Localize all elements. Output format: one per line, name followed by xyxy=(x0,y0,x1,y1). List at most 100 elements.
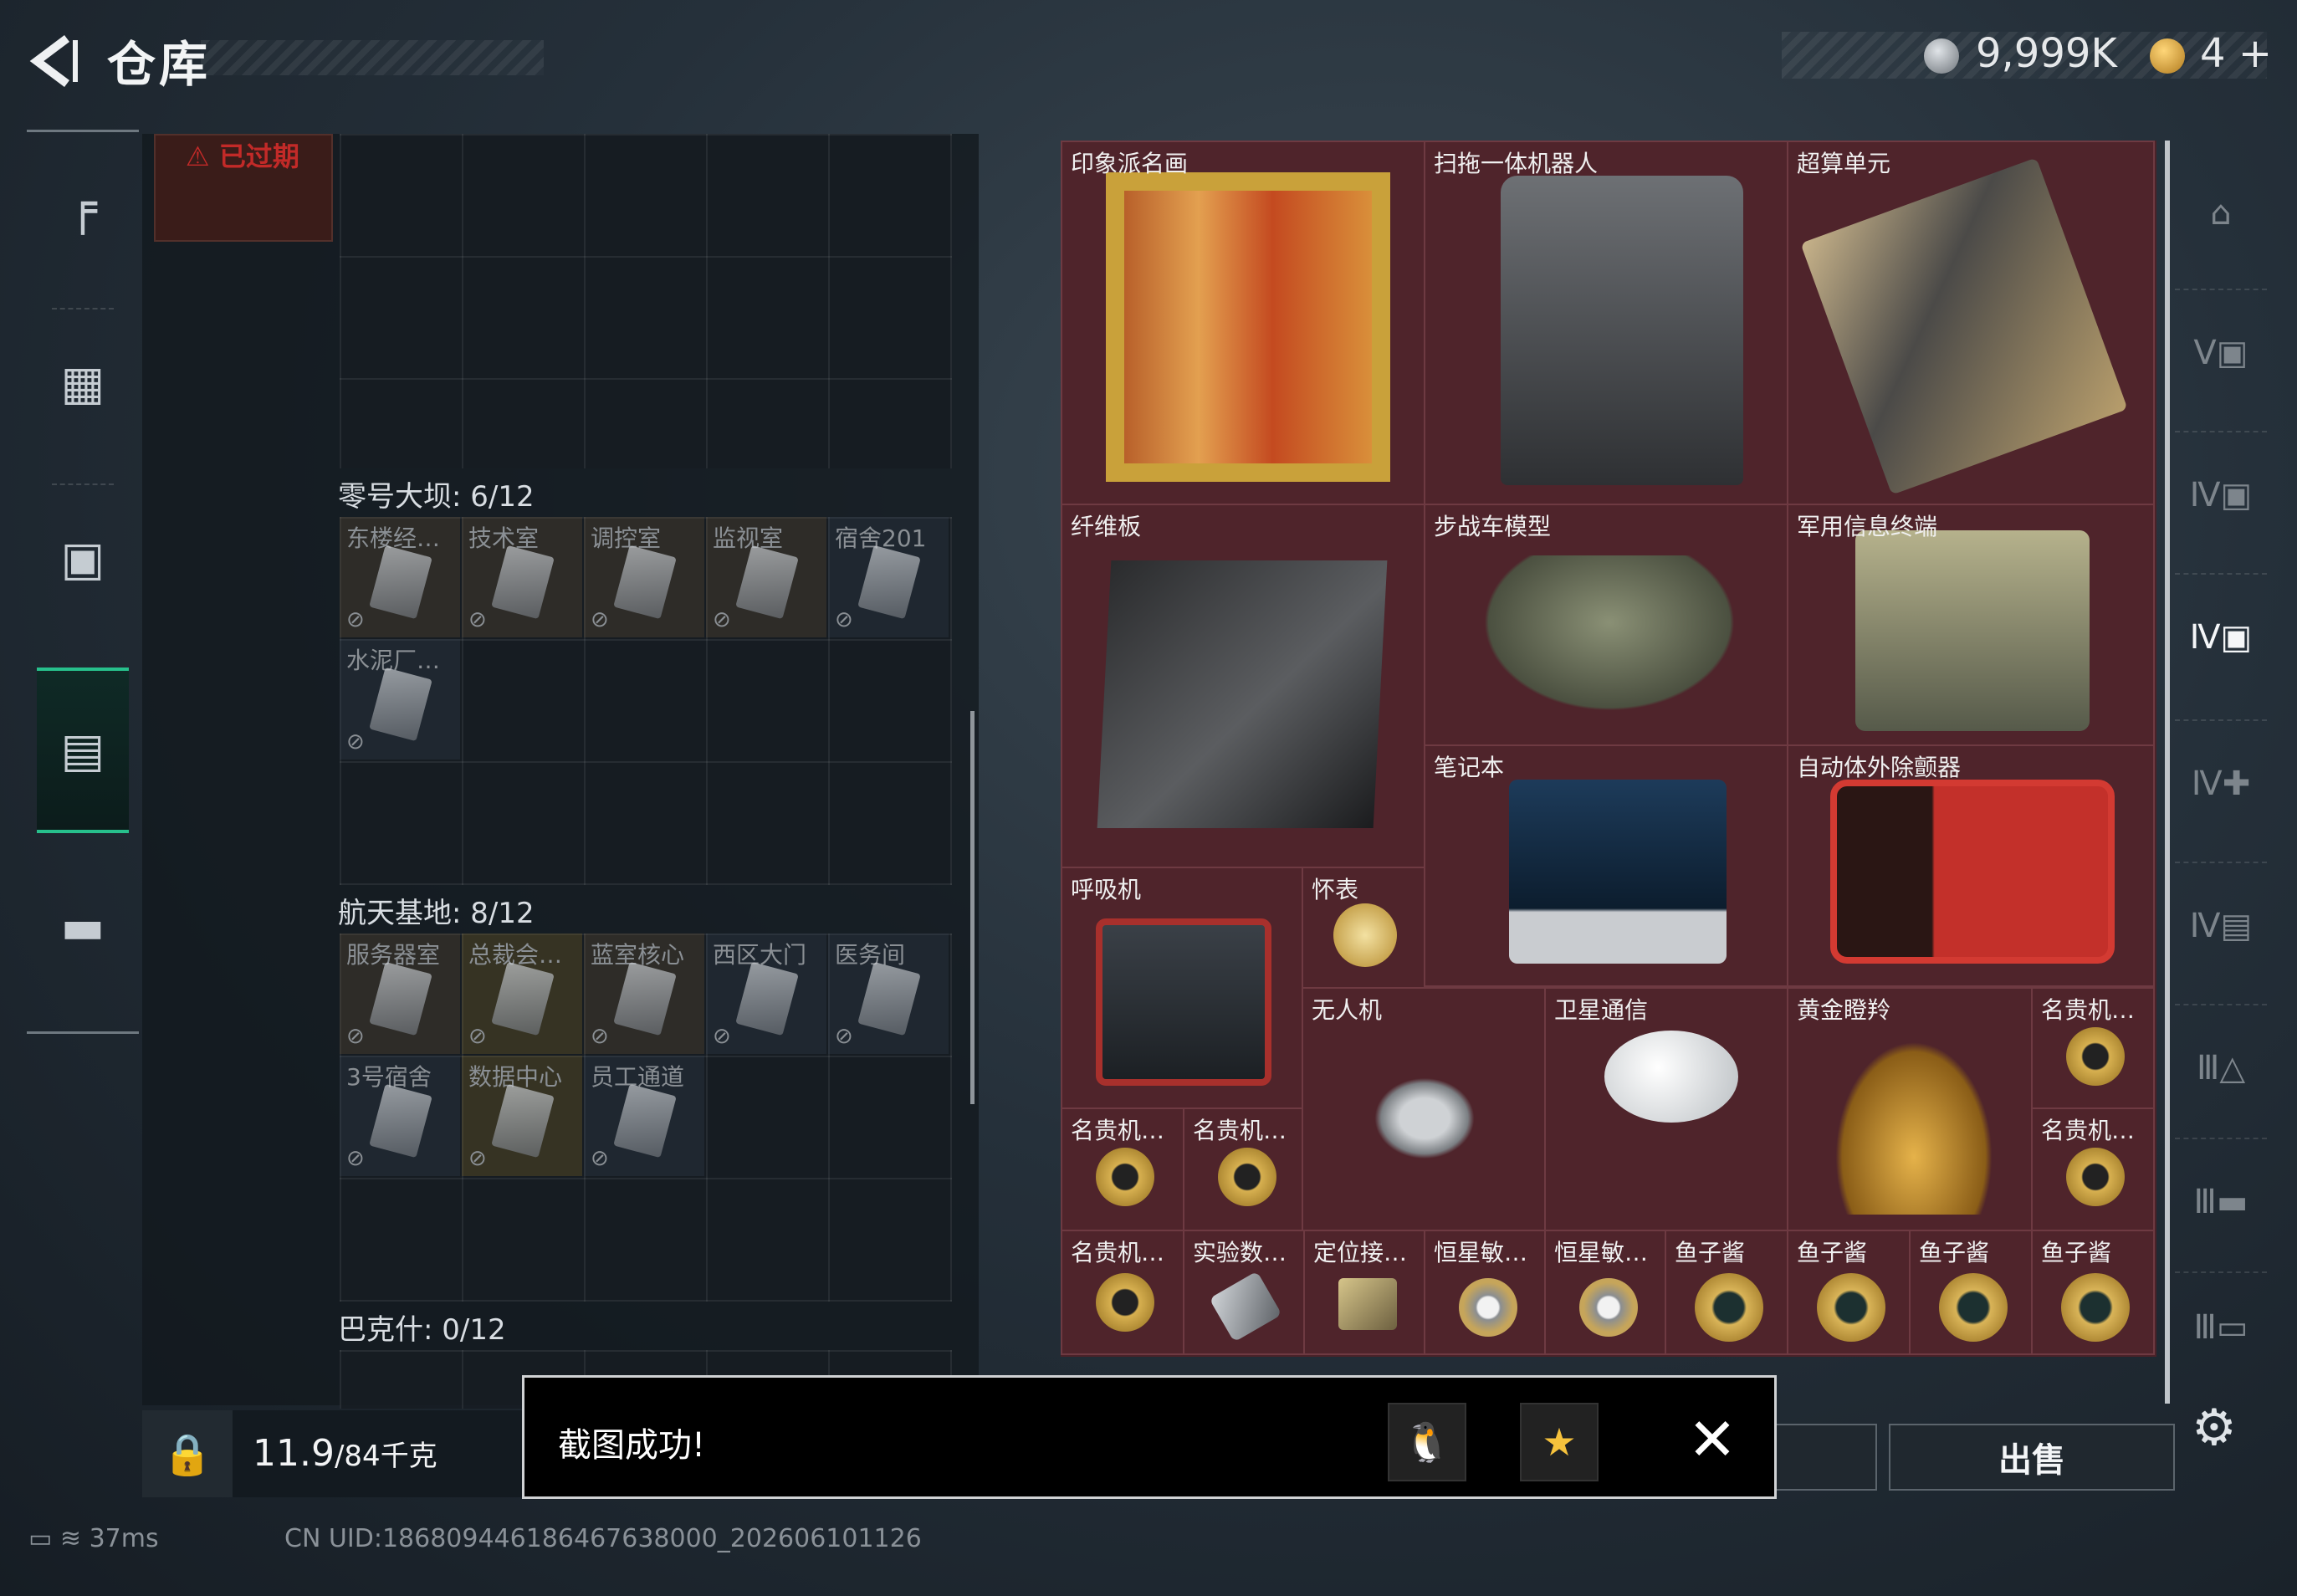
item-name: 笔记本 xyxy=(1434,754,1505,781)
inventory-item[interactable]: 名贵机… xyxy=(1183,1107,1303,1231)
drone-icon xyxy=(1337,1047,1512,1189)
item-name: 鱼子酱 xyxy=(1797,1239,1868,1266)
item-name: 黄金瞪羚 xyxy=(1797,996,1891,1024)
inventory-item[interactable]: 纤维板 xyxy=(1061,504,1425,905)
inventory-item[interactable]: 无人机 xyxy=(1302,987,1546,1231)
laptop-icon xyxy=(1509,780,1727,964)
filter-tier-4-d[interactable]: Ⅳ▤ xyxy=(2175,862,2267,989)
share-qq-button[interactable]: 🐧 xyxy=(1388,1403,1466,1481)
inventory-item[interactable]: 超算单元 xyxy=(1787,141,2155,505)
keycard-icon xyxy=(491,545,555,620)
key-slot[interactable]: 调控室 ⊘ xyxy=(584,517,704,637)
tier-iv-icon: Ⅳ▣ xyxy=(2189,618,2253,657)
key-slot[interactable]: 技术室 ⊘ xyxy=(462,517,582,637)
caviar-icon xyxy=(1817,1273,1885,1342)
left-panel-scrollbar[interactable] xyxy=(970,711,975,1104)
key-slot[interactable]: 监视室 ⊘ xyxy=(706,517,826,637)
military-terminal-icon xyxy=(1855,530,2090,731)
keycard-icon xyxy=(369,1083,432,1159)
item-name: 卫星通信 xyxy=(1554,996,1649,1024)
settings-gear-icon[interactable]: ⚙ xyxy=(2192,1399,2237,1457)
nav-backpack[interactable]: ▣ xyxy=(27,483,139,634)
weight-lock-icon[interactable]: 🔒 xyxy=(142,1410,233,1497)
filter-tier-4-a[interactable]: Ⅳ▣ xyxy=(2175,431,2267,558)
inventory-item[interactable]: 鱼子酱 xyxy=(2031,1230,2155,1355)
add-currency-icon[interactable]: + xyxy=(2238,30,2272,77)
key-slot[interactable]: 员工通道 ⊘ xyxy=(584,1056,704,1176)
key-slot[interactable]: 东楼经… ⊘ xyxy=(340,517,460,637)
inventory-item[interactable]: 鱼子酱 xyxy=(1909,1230,2033,1355)
key-slot[interactable]: 水泥厂… ⊘ xyxy=(340,639,460,760)
nav-storage[interactable]: ▤ xyxy=(37,668,129,833)
keycard-icon xyxy=(491,1083,555,1159)
inventory-item[interactable]: 呼吸机 xyxy=(1061,867,1303,1109)
ifv-model-icon xyxy=(1467,555,1752,723)
inventory-item[interactable]: 定位接… xyxy=(1303,1230,1425,1355)
inventory-item[interactable]: 名贵机… xyxy=(1061,1230,1184,1355)
item-name: 自动体外除颤器 xyxy=(1797,754,1962,781)
gold-amount[interactable]: 4 + xyxy=(2200,30,2272,77)
key-slot[interactable]: 蓝室核心 ⊘ xyxy=(584,934,704,1054)
item-name: 名贵机… xyxy=(2041,996,2136,1024)
inventory-item[interactable]: 扫拖一体机器人 xyxy=(1424,141,1788,505)
close-icon[interactable]: ✕ xyxy=(1679,1405,1746,1474)
key-slot[interactable]: 医务间 ⊘ xyxy=(828,934,949,1054)
inventory-item[interactable]: 军用信息终端 xyxy=(1787,504,2155,746)
page-title: 仓库 xyxy=(107,36,212,93)
key-slot[interactable]: 宿舍201 ⊘ xyxy=(828,517,949,637)
inventory-item[interactable]: 名贵机… xyxy=(2031,1107,2155,1231)
inventory-item[interactable]: 黄金瞪羚 xyxy=(1787,987,2033,1231)
inventory-item[interactable]: 印象派名画 xyxy=(1061,141,1425,505)
inventory-item[interactable]: 恒星敏… xyxy=(1544,1230,1666,1355)
key-slot[interactable]: 总裁会… ⊘ xyxy=(462,934,582,1054)
share-qzone-button[interactable]: ★ xyxy=(1520,1403,1599,1481)
back-arrow-icon[interactable] xyxy=(25,32,84,90)
filter-tier-3-b[interactable]: Ⅲ▬ xyxy=(2175,1138,2267,1265)
keycard-icon xyxy=(735,961,799,1036)
satellite-dish-icon xyxy=(1604,1031,1738,1123)
key-slot[interactable]: 西区大门 ⊘ xyxy=(706,934,826,1054)
safe-icon: ⌂ xyxy=(2210,194,2232,233)
nav-briefcase[interactable]: ▬ xyxy=(27,852,139,1002)
nav-armor[interactable]: ▦ xyxy=(27,308,139,458)
keycard-icon xyxy=(369,667,432,742)
item-name: 无人机 xyxy=(1312,996,1383,1024)
key-slot[interactable]: 服务器室 ⊘ xyxy=(340,934,460,1054)
keycard-icon xyxy=(369,961,432,1036)
inventory-item[interactable]: 怀表 xyxy=(1302,867,1425,989)
item-name: 扫拖一体机器人 xyxy=(1434,150,1599,177)
filter-tier-5[interactable]: Ⅴ▣ xyxy=(2175,289,2267,416)
filter-tier-4-b[interactable]: Ⅳ▣ xyxy=(2175,573,2267,700)
filter-tier-3-a[interactable]: Ⅲ△ xyxy=(2175,1004,2267,1131)
unavailable-icon: ⊘ xyxy=(591,1024,609,1049)
vest-icon: ▦ xyxy=(60,356,105,411)
inventory-item[interactable]: 实验数… xyxy=(1183,1230,1305,1355)
device-status: ▭ ≋ 37ms xyxy=(28,1524,159,1553)
filter-all[interactable]: ⌂ xyxy=(2175,151,2267,276)
keycard-icon xyxy=(369,545,432,620)
inventory-item[interactable]: 步战车模型 xyxy=(1424,504,1788,746)
tier-iii-icon: Ⅲ△ xyxy=(2196,1049,2246,1087)
inventory-item[interactable]: 自动体外除颤器 xyxy=(1787,744,2155,987)
filter-tier-3-c[interactable]: Ⅲ▭ xyxy=(2175,1271,2267,1382)
bottom-action-button[interactable] xyxy=(1773,1424,1877,1491)
inventory-item[interactable]: 恒星敏… xyxy=(1424,1230,1546,1355)
inventory-item[interactable]: 卫星通信 xyxy=(1544,987,1788,1231)
nav-weapons[interactable]: ╒ xyxy=(27,132,139,283)
inventory-item[interactable]: 鱼子酱 xyxy=(1665,1230,1788,1355)
inventory-item[interactable]: 名贵机… xyxy=(2031,987,2155,1109)
sell-button[interactable]: 出售 xyxy=(1889,1424,2175,1491)
inventory-item[interactable]: 鱼子酱 xyxy=(1787,1230,1911,1355)
filter-tier-4-c[interactable]: Ⅳ✚ xyxy=(2175,719,2267,847)
key-slot[interactable]: 3号宿舍 ⊘ xyxy=(340,1056,460,1176)
inventory-item[interactable]: 笔记本 xyxy=(1424,744,1788,987)
caviar-icon xyxy=(1695,1273,1763,1342)
inventory-item[interactable]: 名贵机… xyxy=(1061,1107,1184,1231)
expired-label: ⚠ 已过期 xyxy=(186,141,299,172)
keycard-icon xyxy=(491,961,555,1036)
item-name: 恒星敏… xyxy=(1434,1239,1528,1266)
item-name: 名贵机… xyxy=(1071,1239,1165,1266)
key-slot[interactable]: 数据中心 ⊘ xyxy=(462,1056,582,1176)
inventory-scrollbar[interactable] xyxy=(2165,141,2170,1404)
uid-text: CN UID:18680944618646763800​0_2026061011… xyxy=(284,1524,922,1553)
